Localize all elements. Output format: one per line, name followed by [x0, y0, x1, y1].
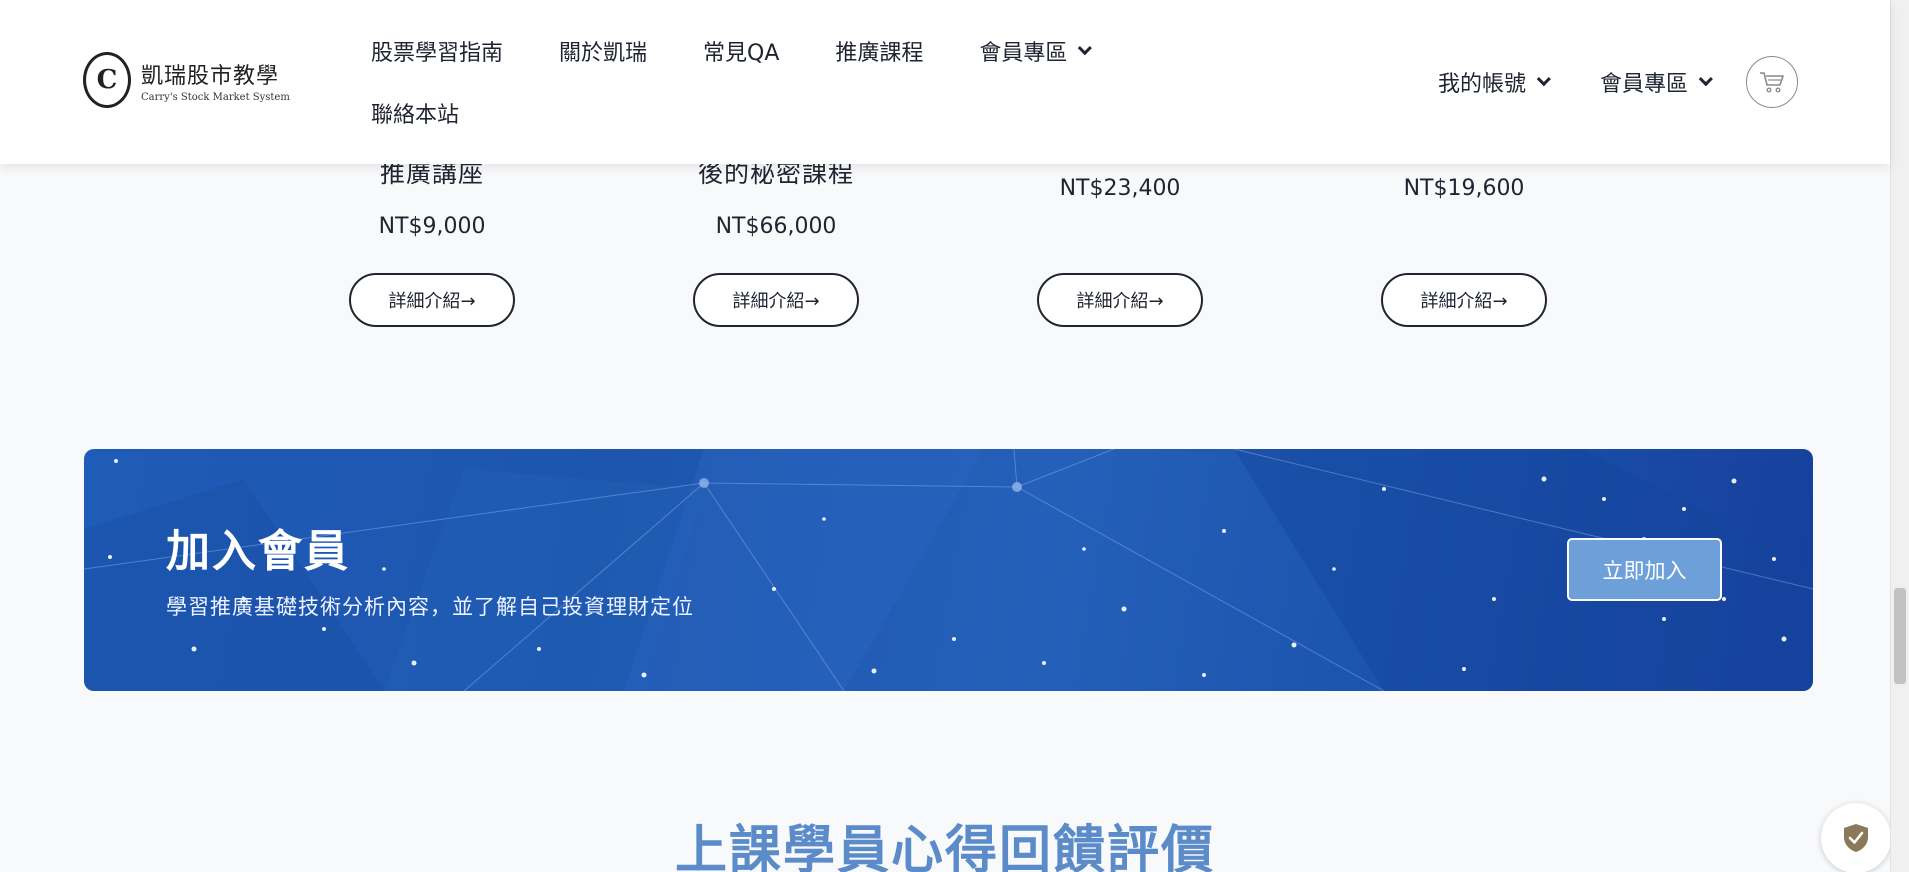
banner-title: 加入會員 — [166, 526, 350, 577]
logo-icon: C — [83, 52, 131, 108]
nav-item-guide[interactable]: 股票學習指南 — [371, 35, 503, 67]
product-price: NT$66,000 — [715, 214, 837, 239]
nav-item-about[interactable]: 關於凱瑞 — [559, 35, 647, 67]
detail-button[interactable]: 詳細介紹→ — [1037, 273, 1203, 327]
detail-button[interactable]: 詳細介紹→ — [1381, 273, 1547, 327]
shield-check-icon — [1844, 824, 1868, 852]
logo-tagline: Carry's Stock Market System — [141, 91, 290, 103]
product-price: NT$19,600 — [1403, 176, 1525, 201]
my-account-menu[interactable]: 我的帳號 — [1438, 66, 1551, 98]
chevron-down-icon — [1536, 72, 1551, 87]
nav-item-qa[interactable]: 常見QA — [703, 35, 779, 67]
site-header: C 凱瑞股市教學 Carry's Stock Market System 股票學… — [0, 0, 1890, 164]
account-nav: 我的帳號 會員專區 — [1438, 56, 1798, 108]
chevron-down-icon — [1698, 72, 1713, 87]
nav-item-courses[interactable]: 推廣課程 — [835, 35, 923, 67]
nav-item-member[interactable]: 會員專區 — [979, 35, 1093, 67]
detail-button[interactable]: 詳細介紹→ — [349, 273, 515, 327]
page-scrollbar[interactable] — [1890, 0, 1909, 872]
scrollbar-thumb[interactable] — [1894, 588, 1906, 684]
site-logo[interactable]: C 凱瑞股市教學 Carry's Stock Market System — [83, 52, 290, 108]
chevron-down-icon — [1078, 41, 1093, 56]
cart-button[interactable] — [1746, 56, 1798, 108]
testimonials-title: 上課學員心得回饋評價 — [674, 821, 1215, 872]
banner-subtitle: 學習推廣基礎技術分析內容，並了解自己投資理財定位 — [166, 595, 694, 619]
detail-button[interactable]: 詳細介紹→ — [693, 273, 859, 327]
nav-item-contact[interactable]: 聯絡本站 — [371, 97, 459, 129]
product-price: NT$23,400 — [1059, 176, 1181, 201]
main-nav: 股票學習指南 關於凱瑞 常見QA 推廣課程 會員專區 聯絡本站 — [371, 34, 1191, 130]
join-now-button[interactable]: 立即加入 — [1567, 538, 1722, 601]
product-price: NT$9,000 — [378, 214, 486, 239]
join-member-banner: 加入會員 學習推廣基礎技術分析內容，並了解自己投資理財定位 立即加入 — [84, 449, 1813, 691]
cart-icon — [1760, 72, 1784, 93]
member-area-menu[interactable]: 會員專區 — [1600, 66, 1713, 98]
security-badge[interactable] — [1821, 803, 1891, 872]
logo-name: 凱瑞股市教學 — [141, 63, 280, 89]
